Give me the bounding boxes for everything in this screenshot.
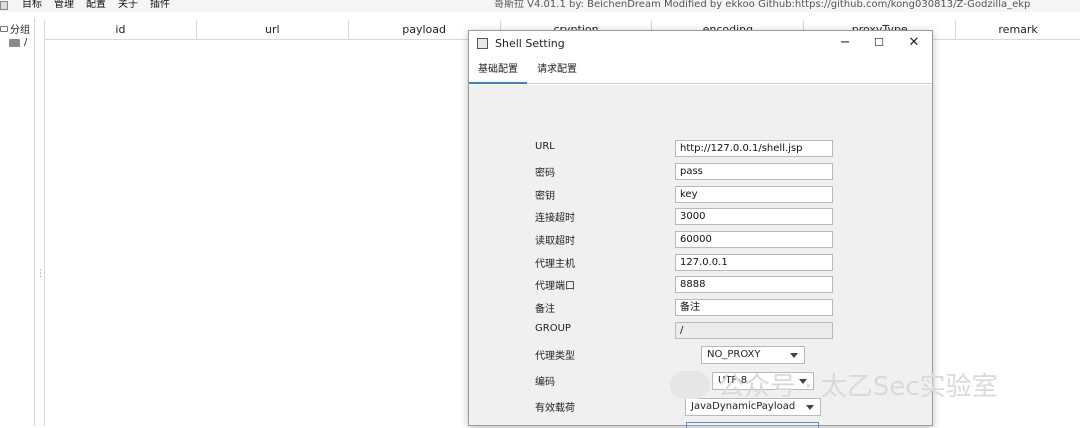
maximize-button[interactable]: ☐ [869, 34, 889, 52]
menu-manage[interactable]: 管理 [54, 0, 74, 11]
connect-timeout-label: 连接超时 [535, 213, 575, 224]
field-row-password: 密码 pass [469, 163, 932, 181]
proxy-type-label: 代理类型 [535, 351, 575, 362]
proxy-host-input[interactable]: 127.0.0.1 [675, 254, 833, 271]
encoding-label: 编码 [535, 377, 555, 388]
group-label: GROUP [535, 323, 571, 334]
read-timeout-label: 读取超时 [535, 236, 575, 247]
tree-root[interactable]: 分组 [0, 21, 30, 36]
folder-icon [9, 38, 20, 47]
split-handle[interactable]: ⋮ [36, 270, 45, 290]
watermark: 公众号 · 太乙Sec实验室 [670, 366, 998, 403]
proxy-host-label: 代理主机 [535, 259, 575, 270]
wechat-logo-icon [670, 370, 710, 399]
close-button[interactable]: ✕ [904, 34, 924, 52]
remark-input[interactable]: 备注 [675, 299, 833, 316]
field-row-proxy-host: 代理主机 127.0.0.1 [469, 254, 932, 272]
tree-root-label: 分组 [10, 25, 30, 36]
group-input: / [675, 322, 833, 339]
field-row-read-timeout: 读取超时 60000 [469, 231, 932, 249]
menu-about[interactable]: 关于 [118, 0, 138, 11]
proxy-port-label: 代理端口 [535, 281, 575, 292]
field-row-remark: 备注 备注 [469, 299, 932, 317]
proxy-type-value: NO_PROXY [707, 349, 761, 360]
dialog-title: Shell Setting [495, 37, 565, 50]
read-timeout-input[interactable]: 60000 [675, 231, 833, 248]
column-remark[interactable]: remark [956, 20, 1080, 39]
column-id[interactable]: id [45, 20, 197, 39]
chevron-down-icon [790, 353, 798, 358]
menu-plugins[interactable]: 插件 [150, 0, 170, 11]
menu-target[interactable]: 目标 [22, 0, 42, 11]
dialog-app-icon [477, 38, 488, 49]
minimize-button[interactable]: − [835, 34, 855, 52]
menu-config[interactable]: 配置 [86, 0, 106, 11]
remark-label: 备注 [535, 304, 555, 315]
cryption-select-partial[interactable] [686, 422, 819, 428]
payload-label: 有效载荷 [535, 403, 575, 414]
tab-basic-config[interactable]: 基础配置 [469, 61, 527, 84]
url-input[interactable]: http://127.0.0.1/shell.jsp [675, 140, 833, 157]
password-label: 密码 [535, 168, 555, 179]
field-row-connect-timeout: 连接超时 3000 [469, 208, 932, 226]
field-row-url: URL http://127.0.0.1/shell.jsp [469, 140, 932, 158]
tab-request-config[interactable]: 请求配置 [528, 61, 586, 84]
password-input[interactable]: pass [675, 163, 833, 180]
proxy-type-select[interactable]: NO_PROXY [701, 346, 805, 364]
window-title: 哥斯拉 V4.01.1 by: BeichenDream Modified by… [494, 0, 1031, 10]
url-label: URL [535, 141, 555, 152]
chevron-down-icon [806, 405, 814, 410]
field-row-proxy-type: 代理类型 NO_PROXY [469, 346, 932, 364]
column-url[interactable]: url [197, 20, 349, 39]
field-row-group: GROUP / [469, 322, 932, 340]
tree-child[interactable]: / [9, 37, 27, 48]
proxy-port-input[interactable]: 8888 [675, 276, 833, 293]
group-tree: 分组 / [0, 18, 35, 426]
key-label: 密钥 [535, 191, 555, 202]
tree-child-label: / [24, 37, 28, 48]
expand-icon[interactable] [0, 25, 8, 32]
dialog-tabs: 基础配置 请求配置 [469, 61, 932, 84]
field-row-key: 密钥 key [469, 186, 932, 204]
menu-bar: 目标 管理 配置 关于 插件 哥斯拉 V4.01.1 by: BeichenDr… [0, 0, 1080, 12]
app-icon [0, 1, 8, 10]
field-row-proxy-port: 代理端口 8888 [469, 276, 932, 294]
key-input[interactable]: key [675, 186, 833, 203]
connect-timeout-input[interactable]: 3000 [675, 208, 833, 225]
watermark-text: 公众号 · 太乙Sec实验室 [718, 372, 998, 402]
dialog-titlebar[interactable]: Shell Setting − ☐ ✕ [469, 31, 932, 57]
